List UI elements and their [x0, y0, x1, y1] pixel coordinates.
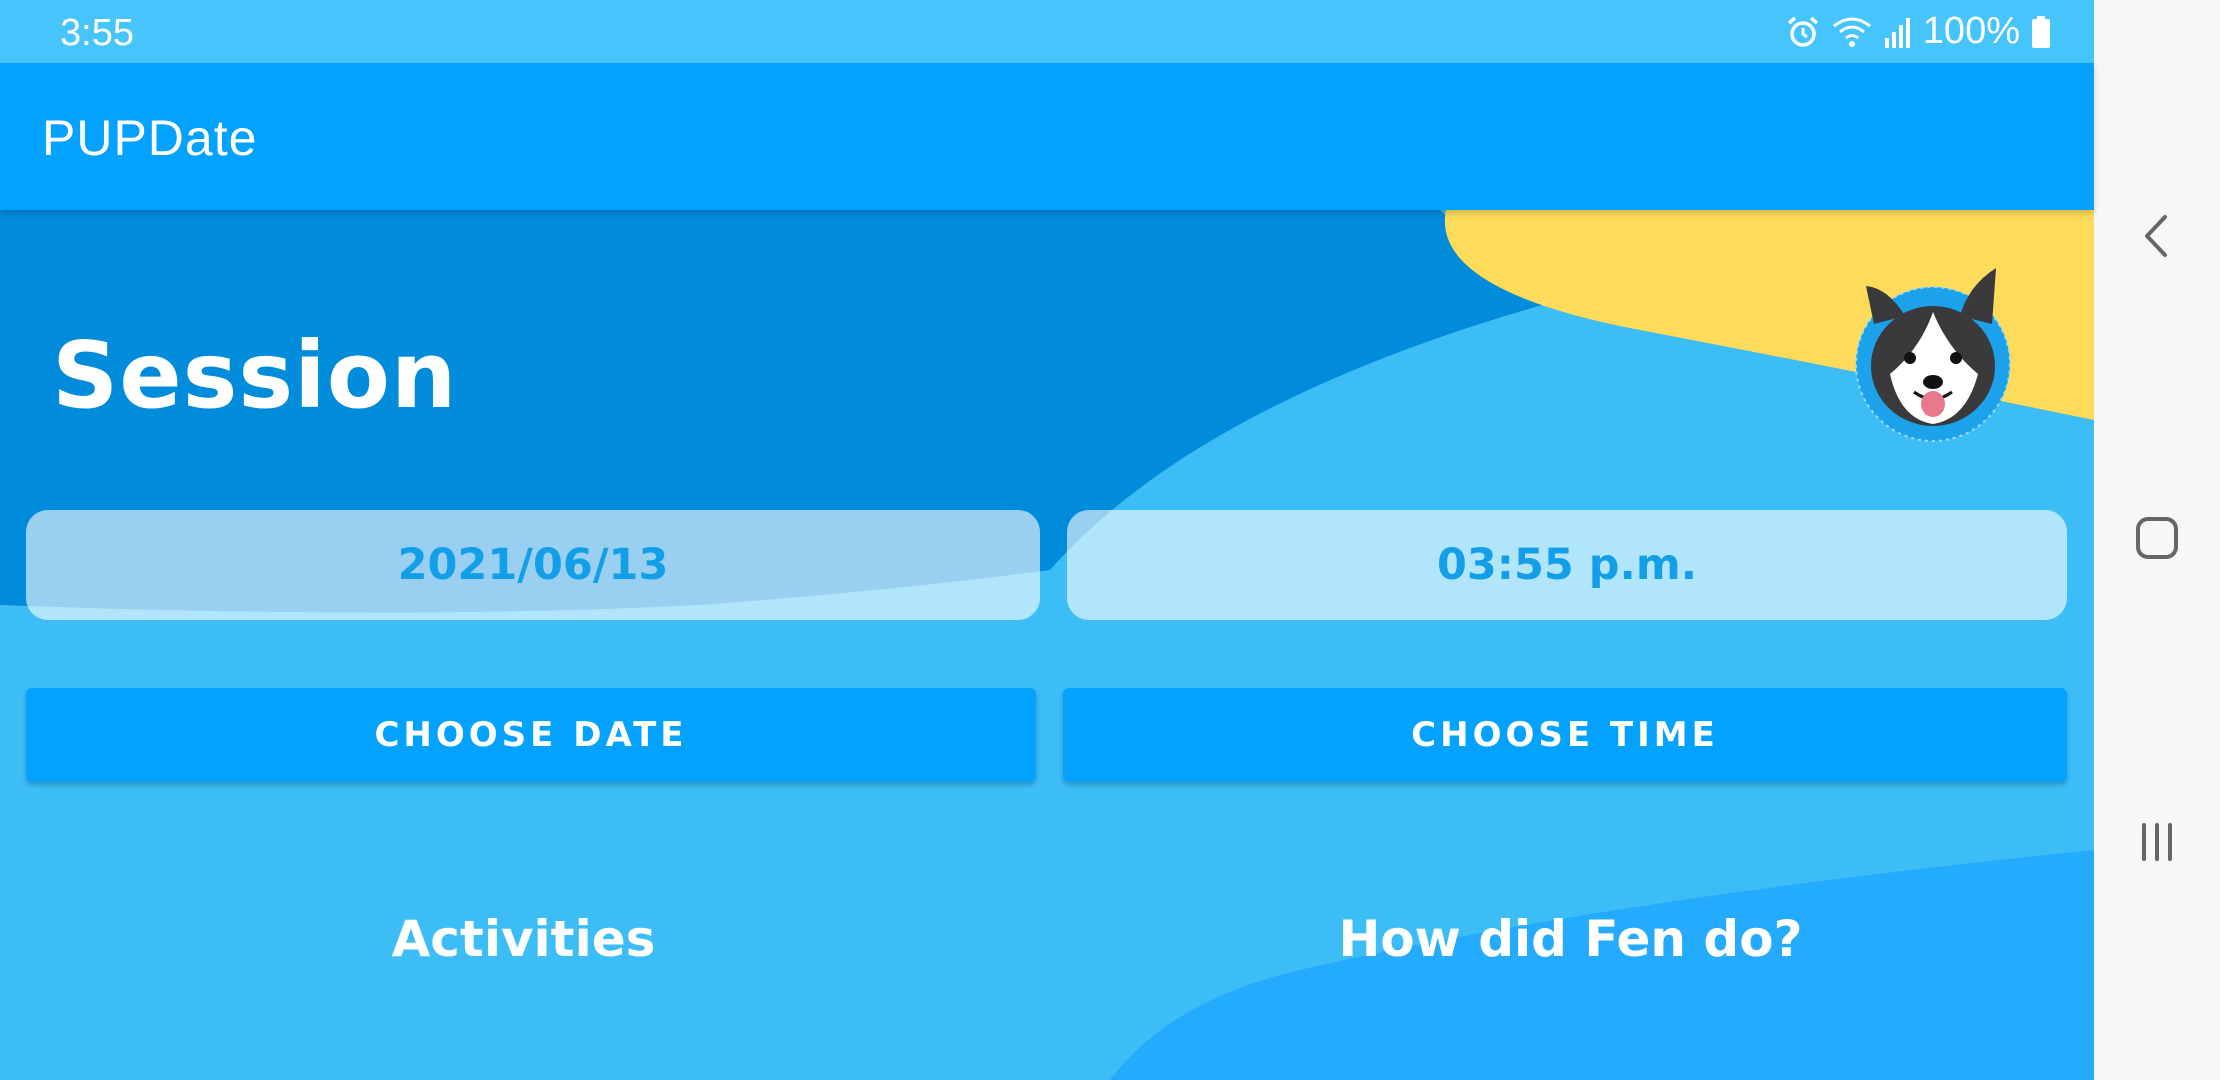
time-value: 03:55 p.m.	[1436, 540, 1698, 590]
status-time: 3:55	[60, 12, 134, 54]
status-icons: 100%	[1785, 10, 2052, 53]
navigation-bar	[2094, 0, 2220, 1080]
choose-date-label: CHOOSE DATE	[374, 715, 688, 755]
back-icon	[2145, 215, 2167, 257]
date-display: 2021/06/13	[26, 510, 1040, 620]
home-button[interactable]	[2094, 488, 2220, 588]
alarm-icon	[1785, 14, 1821, 50]
signal-icon	[1883, 14, 1913, 50]
time-display: 03:55 p.m.	[1067, 510, 2067, 620]
app-title: PUPDate	[42, 110, 258, 166]
choose-time-label: CHOOSE TIME	[1411, 715, 1719, 755]
how-did-fen-do-heading: How did Fen do?	[1338, 910, 1803, 968]
status-bar: 3:55 100%	[0, 0, 2094, 63]
back-button[interactable]	[2094, 186, 2220, 286]
recents-icon	[2142, 823, 2172, 861]
date-value: 2021/06/13	[397, 540, 669, 590]
dog-avatar	[1855, 268, 2011, 442]
session-heading: Session	[52, 322, 458, 429]
choose-date-button[interactable]: CHOOSE DATE	[26, 688, 1036, 782]
battery-icon	[2030, 14, 2052, 50]
app-bar: PUPDate	[0, 63, 2094, 210]
activities-heading: Activities	[391, 910, 656, 968]
battery-percentage: 100%	[1922, 10, 2020, 52]
wifi-icon	[1831, 14, 1873, 50]
session-screen: Session 2021/06/13 03:55 p.m. CHOOSE DAT…	[0, 210, 2094, 1080]
home-icon	[2136, 517, 2178, 559]
choose-time-button[interactable]: CHOOSE TIME	[1063, 688, 2067, 782]
recents-button[interactable]	[2094, 792, 2220, 892]
